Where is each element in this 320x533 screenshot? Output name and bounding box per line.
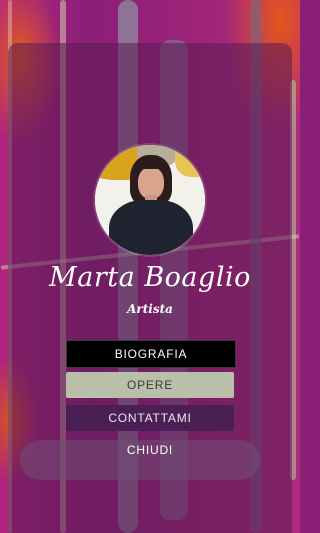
profile-role: Artista [127,302,173,316]
profile-name: Marta Boaglio [49,262,251,293]
opere-button[interactable]: OPERE [66,372,234,398]
contattami-button[interactable]: CONTATTAMI [66,405,234,431]
biografia-button[interactable]: BIOGRAFIA [66,340,236,368]
avatar [95,145,205,255]
chiudi-button[interactable]: CHIUDI [66,437,234,463]
